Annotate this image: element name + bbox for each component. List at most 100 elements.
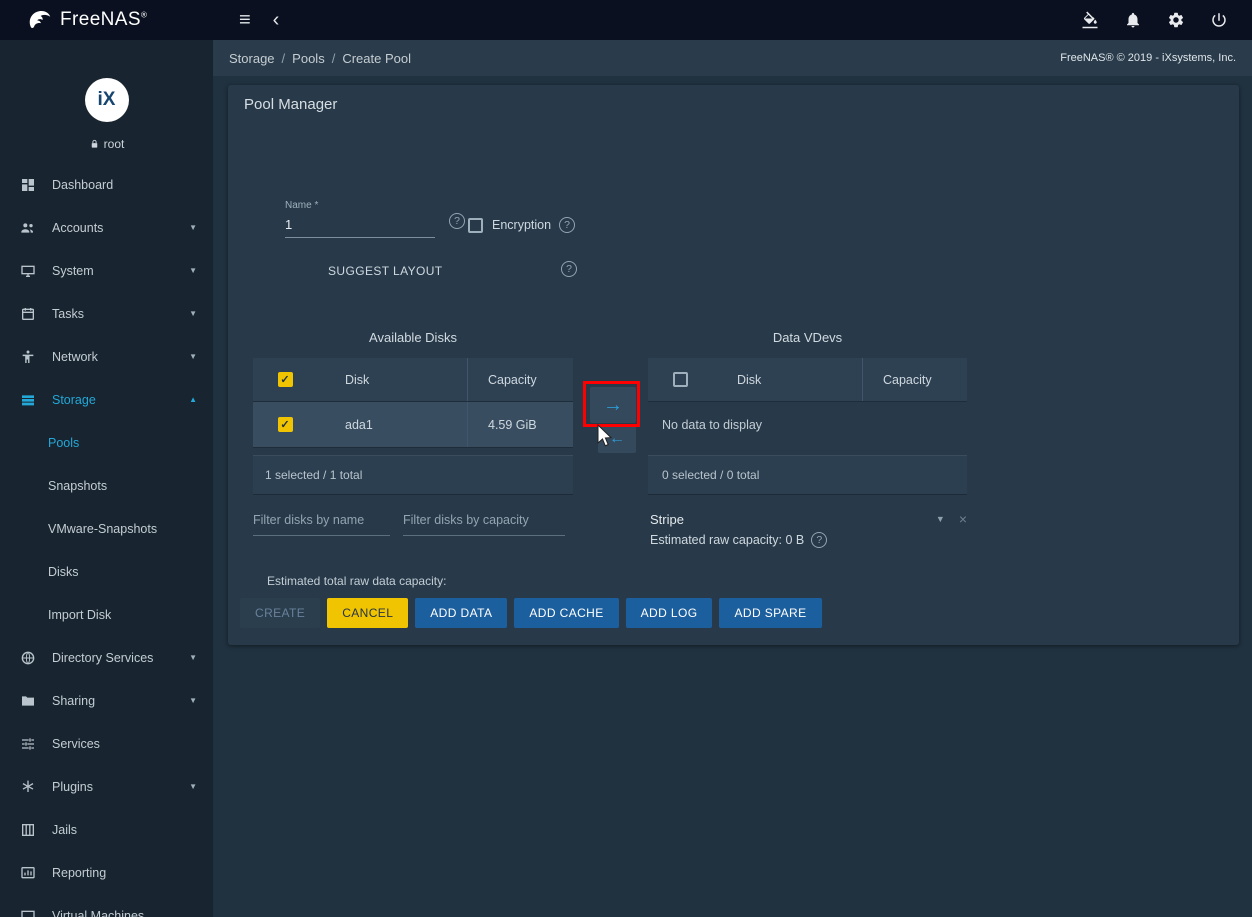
lock-icon <box>89 138 100 150</box>
sidebar-item-label: Network <box>52 350 98 364</box>
filter-disks-by-name-input[interactable] <box>253 509 390 536</box>
vdev-type-select[interactable]: Stripe ▼ × <box>650 511 967 527</box>
capacity-cell: 4.59 GiB <box>467 402 573 447</box>
create-button[interactable]: CREATE <box>240 598 320 628</box>
available-disks-title: Available Disks <box>253 330 573 345</box>
breadcrumb-link-pools[interactable]: Pools <box>292 51 325 66</box>
table-row[interactable]: ✓ ada1 4.59 GiB <box>253 402 573 448</box>
sidebar-item-system[interactable]: System ▼ <box>0 249 213 292</box>
add-cache-button[interactable]: ADD CACHE <box>514 598 618 628</box>
empty-table-message: No data to display <box>648 402 967 448</box>
sidebar-item-dashboard[interactable]: Dashboard <box>0 163 213 206</box>
add-log-button[interactable]: ADD LOG <box>626 598 713 628</box>
chevron-up-icon: ▲ <box>189 395 197 404</box>
sidebar-item-reporting[interactable]: Reporting <box>0 851 213 894</box>
settings-gear-icon[interactable] <box>1167 11 1185 29</box>
collapse-nav-icon[interactable]: ‹ <box>273 9 280 32</box>
sidebar-item-sharing[interactable]: Sharing ▼ <box>0 679 213 722</box>
sidebar-item-label: Reporting <box>52 866 106 880</box>
available-disks-table: ✓ Disk Capacity ✓ ada1 4.59 GiB 1 select… <box>253 358 573 495</box>
data-vdevs-header: Disk Capacity <box>648 358 967 402</box>
sidebar-item-label: Snapshots <box>48 479 107 493</box>
user-block: iX root <box>0 40 213 153</box>
suggest-layout-button[interactable]: SUGGEST LAYOUT <box>328 264 443 278</box>
sidebar-item-label: VMware-Snapshots <box>48 522 157 536</box>
chevron-down-icon: ▼ <box>189 266 197 275</box>
available-disks-header: ✓ Disk Capacity <box>253 358 573 402</box>
color-fill-icon[interactable] <box>1081 11 1099 29</box>
sidebar-item-label: Accounts <box>52 221 103 235</box>
breadcrumb: Storage / Pools / Create Pool FreeNAS® ©… <box>213 40 1252 76</box>
encryption-checkbox[interactable] <box>468 218 483 233</box>
filter-disks-by-capacity-input[interactable] <box>403 509 565 536</box>
sidebar-item-label: Import Disk <box>48 608 111 622</box>
estimated-raw-capacity-text: Estimated raw capacity: 0 B <box>650 533 804 547</box>
row-checkbox[interactable]: ✓ <box>278 417 293 432</box>
add-spare-button[interactable]: ADD SPARE <box>719 598 821 628</box>
bar-chart-icon <box>20 865 38 881</box>
top-bar: FreeNAS® ≡ ‹ <box>0 0 1252 40</box>
sidebar-item-tasks[interactable]: Tasks ▼ <box>0 292 213 335</box>
folder-icon <box>20 693 38 709</box>
sidebar-item-import-disk[interactable]: Import Disk <box>0 593 213 636</box>
sidebar-item-label: Jails <box>52 823 77 837</box>
breadcrumb-separator: / <box>282 51 286 66</box>
sidebar-item-label: System <box>52 264 94 278</box>
sidebar-item-services[interactable]: Services <box>0 722 213 765</box>
move-right-button[interactable]: → <box>590 387 636 423</box>
column-header-disk: Disk <box>712 373 862 387</box>
chevron-down-icon[interactable]: ▼ <box>936 514 945 524</box>
chevron-down-icon: ▼ <box>189 653 197 662</box>
sidebar-item-label: Disks <box>48 565 79 579</box>
encryption-help-icon[interactable]: ? <box>559 217 575 233</box>
chevron-down-icon: ▼ <box>189 352 197 361</box>
notifications-bell-icon[interactable] <box>1124 11 1142 29</box>
sidebar-item-snapshots[interactable]: Snapshots <box>0 464 213 507</box>
sidebar-item-directory-services[interactable]: Directory Services ▼ <box>0 636 213 679</box>
sliders-icon <box>20 736 38 752</box>
freenas-logo: FreeNAS® <box>0 8 213 32</box>
vdev-select-all-checkbox[interactable] <box>673 372 688 387</box>
chevron-down-icon: ▼ <box>189 223 197 232</box>
data-vdevs-title: Data VDevs <box>648 330 967 345</box>
sidebar-item-storage[interactable]: Storage ▲ <box>0 378 213 421</box>
power-icon[interactable] <box>1210 11 1228 29</box>
sidebar-item-plugins[interactable]: Plugins ▼ <box>0 765 213 808</box>
avatar[interactable]: iX <box>85 78 129 122</box>
breadcrumb-separator: / <box>332 51 336 66</box>
storage-icon <box>20 392 38 408</box>
pool-name-label: Name * <box>285 200 435 211</box>
sidebar-item-network[interactable]: Network ▼ <box>0 335 213 378</box>
chevron-down-icon: ▼ <box>189 696 197 705</box>
sidebar-item-label: Storage <box>52 393 96 407</box>
username: root <box>0 137 213 151</box>
select-all-checkbox[interactable]: ✓ <box>278 372 293 387</box>
page-title: Pool Manager <box>244 96 337 113</box>
mouse-cursor <box>594 424 612 455</box>
sidebar-item-label: Virtual Machines <box>52 909 144 917</box>
data-vdevs-footer: 0 selected / 0 total <box>648 455 967 495</box>
breadcrumb-link-storage[interactable]: Storage <box>229 51 275 66</box>
sidebar-item-vmware-snapshots[interactable]: VMware-Snapshots <box>0 507 213 550</box>
sidebar-item-accounts[interactable]: Accounts ▼ <box>0 206 213 249</box>
sidebar-item-disks[interactable]: Disks <box>0 550 213 593</box>
dashboard-icon <box>20 177 38 193</box>
sidebar-item-virtual-machines[interactable]: Virtual Machines <box>0 894 213 917</box>
sidebar-item-label: Tasks <box>52 307 84 321</box>
username-label: root <box>104 137 125 151</box>
available-disks-footer: 1 selected / 1 total <box>253 455 573 495</box>
pool-manager-card: Pool Manager Name * ? Encryption ? SUGGE… <box>228 85 1239 645</box>
add-data-button[interactable]: ADD DATA <box>415 598 507 628</box>
remove-vdev-icon[interactable]: × <box>959 511 967 527</box>
name-help-icon[interactable]: ? <box>449 213 465 229</box>
sidebar-item-jails[interactable]: Jails <box>0 808 213 851</box>
sidebar: iX root Dashboard Accounts ▼ System ▼ Ta… <box>0 40 213 917</box>
chevron-down-icon: ▼ <box>189 309 197 318</box>
raw-capacity-help-icon[interactable]: ? <box>811 532 827 548</box>
suggest-layout-help-icon[interactable]: ? <box>561 261 577 277</box>
cancel-button[interactable]: CANCEL <box>327 598 408 628</box>
sidebar-item-pools[interactable]: Pools <box>0 421 213 464</box>
estimated-raw-capacity: Estimated raw capacity: 0 B ? <box>650 532 827 548</box>
menu-toggle-icon[interactable]: ≡ <box>239 9 251 32</box>
pool-name-input[interactable] <box>285 211 435 238</box>
